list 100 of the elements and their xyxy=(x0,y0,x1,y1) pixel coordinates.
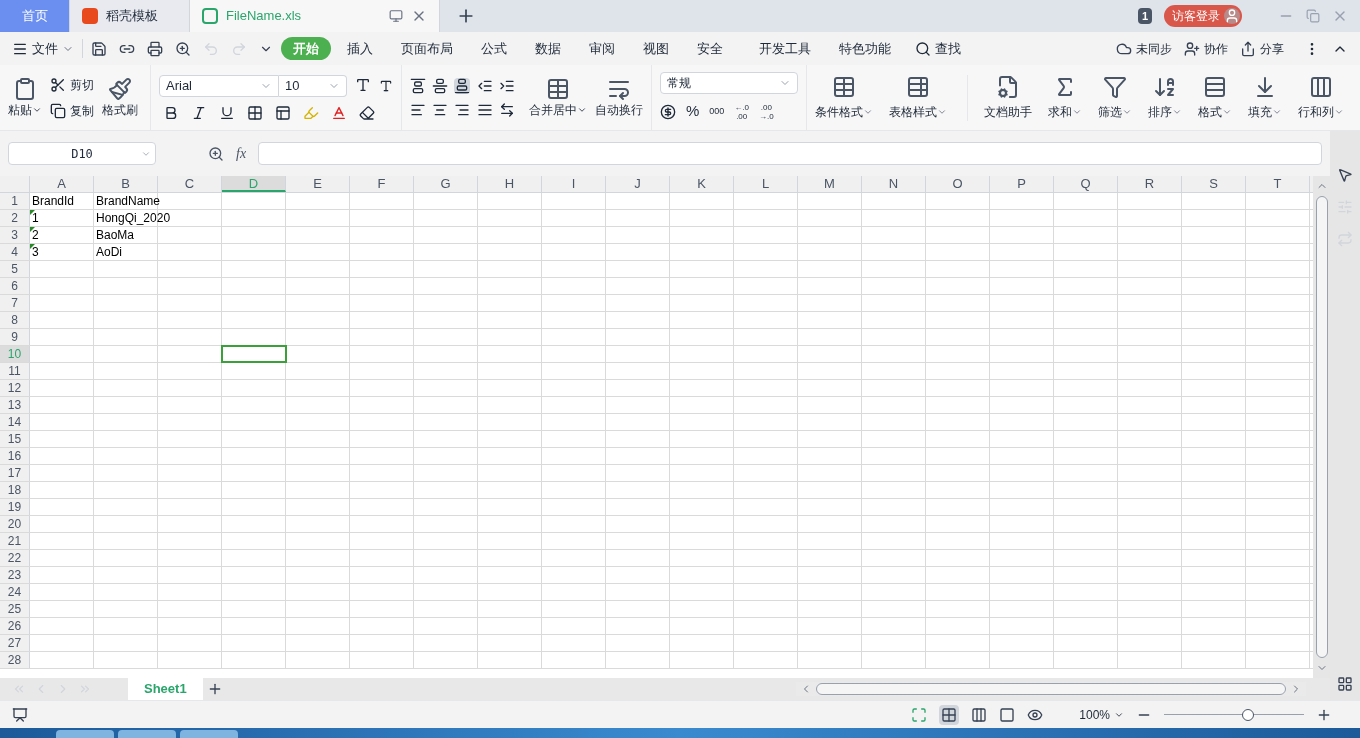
shrink-font-icon[interactable] xyxy=(379,78,393,93)
ribbon-button[interactable]: 筛选 xyxy=(1090,74,1140,121)
projector-icon[interactable] xyxy=(12,706,28,723)
row-header[interactable]: 12 xyxy=(0,380,30,396)
column-header[interactable]: O xyxy=(926,176,990,192)
row-header[interactable]: 11 xyxy=(0,363,30,379)
zoom-icon[interactable] xyxy=(208,145,224,162)
cell-style-icon[interactable] xyxy=(275,104,291,121)
row-header[interactable]: 17 xyxy=(0,465,30,481)
ribbon-button[interactable]: 文档助手 xyxy=(967,74,1040,121)
zoom-dropdown[interactable]: 100% xyxy=(1079,705,1124,724)
ribbon-button[interactable]: 格式 xyxy=(1190,74,1240,121)
row-header[interactable]: 26 xyxy=(0,618,30,634)
align-top-icon[interactable] xyxy=(410,77,426,94)
ribbon-button[interactable]: 表格样式 xyxy=(881,74,955,121)
row-header[interactable]: 22 xyxy=(0,550,30,566)
grow-font-icon[interactable] xyxy=(355,76,371,93)
underline-icon[interactable] xyxy=(219,104,235,121)
row-header[interactable]: 19 xyxy=(0,499,30,515)
ribbon-button[interactable]: 排序 xyxy=(1140,74,1190,121)
row-header[interactable]: 20 xyxy=(0,516,30,532)
column-header[interactable]: I xyxy=(542,176,606,192)
cursor-icon[interactable] xyxy=(1337,167,1353,183)
row-header[interactable]: 8 xyxy=(0,312,30,328)
function-label[interactable]: fx xyxy=(236,143,247,164)
row-header[interactable]: 5 xyxy=(0,261,30,277)
row-header[interactable]: 13 xyxy=(0,397,30,413)
normal-view-icon[interactable] xyxy=(939,704,960,725)
ribbon-button[interactable]: 条件格式 xyxy=(807,74,881,121)
currency-icon[interactable] xyxy=(660,103,676,120)
align-bottom-icon[interactable] xyxy=(454,77,471,94)
column-header[interactable]: A xyxy=(30,176,94,192)
toolbar-button[interactable]: 未同步 xyxy=(1116,39,1172,58)
file-menu[interactable]: 文件 xyxy=(12,38,83,59)
fill-color-icon[interactable] xyxy=(303,104,319,121)
column-header[interactable]: J xyxy=(606,176,670,192)
format-painter-button[interactable]: 格式刷 xyxy=(102,76,138,119)
row-header[interactable]: 21 xyxy=(0,533,30,549)
reading-mode-icon[interactable] xyxy=(999,706,1016,723)
row-header[interactable]: 16 xyxy=(0,448,30,464)
row-header[interactable]: 2 xyxy=(0,210,30,226)
row-header[interactable]: 15 xyxy=(0,431,30,447)
font-field[interactable]: Arial xyxy=(159,74,279,97)
distribute-icon[interactable] xyxy=(498,101,515,118)
row-header[interactable]: 24 xyxy=(0,584,30,600)
increase-decimal-button[interactable]: ←.0 .00 xyxy=(734,102,750,121)
row-header[interactable]: 9 xyxy=(0,329,30,345)
ribbon-tab[interactable]: 开发工具 xyxy=(747,36,823,61)
ribbon-button[interactable]: 填充 xyxy=(1240,74,1290,121)
ribbon-tab[interactable]: 特色功能 xyxy=(827,36,903,61)
paste-button[interactable]: 粘贴 xyxy=(8,76,42,119)
toolbar-button[interactable]: 协作 xyxy=(1184,39,1228,58)
row-header[interactable]: 27 xyxy=(0,635,30,651)
cut-button[interactable]: 剪切 xyxy=(50,75,94,94)
row-header[interactable]: 25 xyxy=(0,601,30,617)
column-header[interactable]: T xyxy=(1246,176,1310,192)
row-header[interactable]: 7 xyxy=(0,295,30,311)
row-header[interactable]: 23 xyxy=(0,567,30,583)
column-header[interactable]: F xyxy=(350,176,414,192)
row-header[interactable]: 28 xyxy=(0,652,30,668)
row-header[interactable]: 6 xyxy=(0,278,30,294)
toolbar-button[interactable]: 分享 xyxy=(1240,39,1284,58)
merge-center-button[interactable]: 合并居中 xyxy=(529,76,587,119)
font-color-icon[interactable] xyxy=(331,104,347,121)
wrap-text-button[interactable]: 自动换行 xyxy=(595,76,643,119)
column-header[interactable]: Q xyxy=(1054,176,1118,192)
decrease-decimal-button[interactable]: .00 →.0 xyxy=(759,102,774,121)
ribbon-tab[interactable]: 安全 xyxy=(685,36,735,61)
row-header[interactable]: 14 xyxy=(0,414,30,430)
copy-button[interactable]: 复制 xyxy=(50,101,94,120)
ribbon-tab[interactable]: 视图 xyxy=(631,36,681,61)
column-header[interactable]: B xyxy=(94,176,158,192)
zoom-slider[interactable] xyxy=(1164,708,1304,721)
ribbon-button[interactable]: 行和列 xyxy=(1290,74,1352,121)
ribbon-tab[interactable]: 页面布局 xyxy=(389,36,465,61)
row-header[interactable]: 1 xyxy=(0,193,30,209)
thousands-button[interactable]: 000 xyxy=(709,104,725,119)
page-break-icon[interactable] xyxy=(971,706,988,723)
column-header[interactable]: R xyxy=(1118,176,1182,192)
print-preview-icon[interactable] xyxy=(175,40,191,57)
formula-field[interactable] xyxy=(258,142,1322,165)
ribbon-tab[interactable]: 审阅 xyxy=(577,36,627,61)
save-icon[interactable] xyxy=(91,40,107,57)
search-button[interactable]: 查找 xyxy=(915,38,961,59)
pin-icon[interactable] xyxy=(389,9,403,23)
column-header[interactable]: E xyxy=(286,176,350,192)
ribbon-tab[interactable]: 插入 xyxy=(335,36,385,61)
font-size-field[interactable]: 10 xyxy=(279,74,347,97)
align-middle-icon[interactable] xyxy=(432,77,449,94)
borders-icon[interactable] xyxy=(247,104,263,121)
row-header[interactable]: 18 xyxy=(0,482,30,498)
name-box[interactable]: D10 xyxy=(8,142,156,165)
ribbon-tab[interactable]: 公式 xyxy=(469,36,519,61)
column-header[interactable]: M xyxy=(798,176,862,192)
column-header[interactable]: N xyxy=(862,176,926,192)
selected-cell[interactable] xyxy=(222,346,286,362)
row-header[interactable]: 4 xyxy=(0,244,30,260)
italic-icon[interactable] xyxy=(191,104,207,121)
column-header[interactable]: G xyxy=(414,176,478,192)
column-header[interactable]: P xyxy=(990,176,1054,192)
